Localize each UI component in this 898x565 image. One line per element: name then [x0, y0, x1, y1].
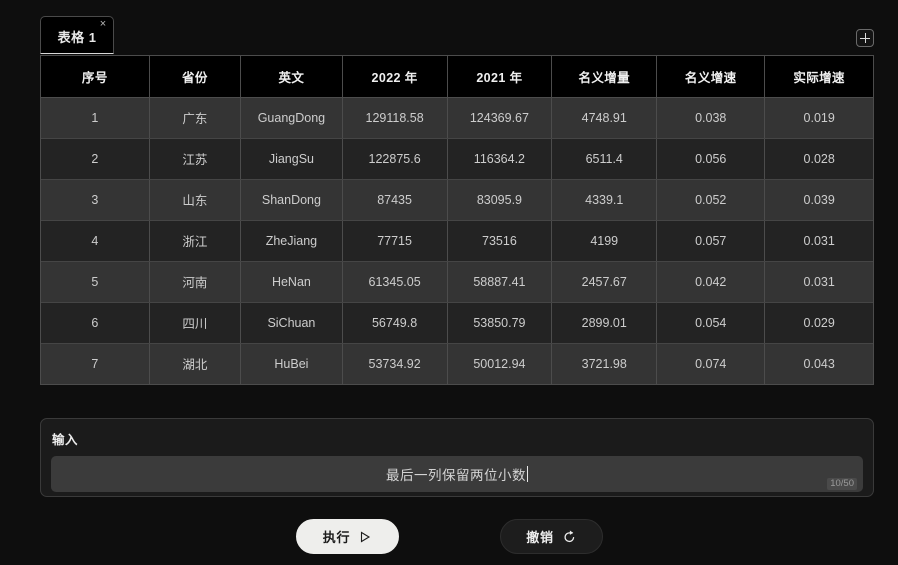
cell-nominal-rate[interactable]: 0.056 [656, 138, 766, 180]
table-editor-app: 表格 1 × 序号 省份 英文 2022 年 2021 年 名义增量 名义增速 … [0, 0, 898, 565]
cell-2021[interactable]: 124369.67 [447, 97, 553, 139]
cell-nominal-growth[interactable]: 2457.67 [551, 261, 658, 303]
cell-real-rate[interactable]: 0.019 [764, 97, 873, 139]
cell-province[interactable]: 河南 [149, 261, 242, 303]
table-row[interactable]: 5 河南 HeNan 61345.05 58887.41 2457.67 0.0… [41, 261, 873, 303]
cell-real-rate[interactable]: 0.043 [764, 343, 873, 384]
cell-2022[interactable]: 122875.6 [342, 138, 448, 180]
cell-index[interactable]: 2 [41, 138, 150, 180]
data-table-container: 序号 省份 英文 2022 年 2021 年 名义增量 名义增速 实际增速 1 … [40, 55, 874, 385]
cell-english[interactable]: JiangSu [240, 138, 343, 180]
plus-icon[interactable] [856, 29, 874, 47]
data-table: 序号 省份 英文 2022 年 2021 年 名义增量 名义增速 实际增速 1 … [41, 56, 873, 384]
column-header-nominal-growth[interactable]: 名义增量 [551, 56, 658, 98]
cell-2021[interactable]: 58887.41 [447, 261, 553, 303]
cell-province[interactable]: 湖北 [149, 343, 242, 384]
run-button[interactable]: 执行 [295, 519, 399, 554]
cell-nominal-growth[interactable]: 4199 [551, 220, 658, 262]
tab-label: 表格 1 [57, 29, 97, 45]
column-header-index[interactable]: 序号 [41, 56, 150, 98]
cell-nominal-rate[interactable]: 0.042 [656, 261, 766, 303]
column-header-province[interactable]: 省份 [149, 56, 242, 98]
cell-nominal-growth[interactable]: 4748.91 [551, 97, 658, 139]
cell-english[interactable]: ZheJiang [240, 220, 343, 262]
undo-button-label: 撤销 [526, 530, 554, 545]
table-row[interactable]: 6 四川 SiChuan 56749.8 53850.79 2899.01 0.… [41, 302, 873, 344]
cell-real-rate[interactable]: 0.028 [764, 138, 873, 180]
table-row[interactable]: 3 山东 ShanDong 87435 83095.9 4339.1 0.052… [41, 179, 873, 221]
cell-nominal-growth[interactable]: 6511.4 [551, 138, 658, 180]
cell-2021[interactable]: 116364.2 [447, 138, 553, 180]
column-header-english[interactable]: 英文 [240, 56, 343, 98]
cell-2022[interactable]: 56749.8 [342, 302, 448, 344]
cell-english[interactable]: SiChuan [240, 302, 343, 344]
prompt-input[interactable]: 最后一列保留两位小数 10/50 [51, 456, 863, 492]
cell-english[interactable]: GuangDong [240, 97, 343, 139]
text-caret [527, 466, 528, 482]
cell-index[interactable]: 4 [41, 220, 150, 262]
cell-english[interactable]: ShanDong [240, 179, 343, 221]
table-row[interactable]: 2 江苏 JiangSu 122875.6 116364.2 6511.4 0.… [41, 138, 873, 180]
cell-index[interactable]: 3 [41, 179, 150, 221]
cell-2021[interactable]: 83095.9 [447, 179, 553, 221]
prompt-input-card: 输入 最后一列保留两位小数 10/50 [40, 418, 874, 497]
cell-2022[interactable]: 53734.92 [342, 343, 448, 384]
cell-nominal-rate[interactable]: 0.038 [656, 97, 766, 139]
cell-index[interactable]: 5 [41, 261, 150, 303]
cell-english[interactable]: HeNan [240, 261, 343, 303]
table-row[interactable]: 7 湖北 HuBei 53734.92 50012.94 3721.98 0.0… [41, 343, 873, 384]
tab-table-1[interactable]: 表格 1 × [40, 16, 114, 54]
cell-nominal-rate[interactable]: 0.052 [656, 179, 766, 221]
cell-2022[interactable]: 129118.58 [342, 97, 448, 139]
cell-province[interactable]: 江苏 [149, 138, 242, 180]
undo-button[interactable]: 撤销 [499, 519, 603, 554]
cell-2021[interactable]: 50012.94 [447, 343, 553, 384]
cell-2021[interactable]: 73516 [447, 220, 553, 262]
cell-index[interactable]: 1 [41, 97, 150, 139]
cell-province[interactable]: 广东 [149, 97, 242, 139]
input-value: 最后一列保留两位小数 [386, 468, 526, 483]
cell-real-rate[interactable]: 0.029 [764, 302, 873, 344]
input-label: 输入 [52, 433, 79, 447]
cell-2022[interactable]: 77715 [342, 220, 448, 262]
cell-real-rate[interactable]: 0.039 [764, 179, 873, 221]
cell-province[interactable]: 四川 [149, 302, 242, 344]
cell-english[interactable]: HuBei [240, 343, 343, 384]
play-triangle-icon [359, 531, 371, 543]
cell-nominal-rate[interactable]: 0.074 [656, 343, 766, 384]
cell-nominal-rate[interactable]: 0.054 [656, 302, 766, 344]
table-row[interactable]: 1 广东 GuangDong 129118.58 124369.67 4748.… [41, 97, 873, 139]
cell-2022[interactable]: 61345.05 [342, 261, 448, 303]
column-header-nominal-rate[interactable]: 名义增速 [656, 56, 766, 98]
cell-index[interactable]: 7 [41, 343, 150, 384]
column-header-2021[interactable]: 2021 年 [447, 56, 553, 98]
close-icon[interactable]: × [97, 18, 109, 30]
run-button-label: 执行 [322, 530, 351, 545]
table-body: 1 广东 GuangDong 129118.58 124369.67 4748.… [41, 97, 873, 384]
cell-province[interactable]: 浙江 [149, 220, 242, 262]
cell-2021[interactable]: 53850.79 [447, 302, 553, 344]
cell-index[interactable]: 6 [41, 302, 150, 344]
undo-arrow-icon [563, 530, 576, 543]
cell-2022[interactable]: 87435 [342, 179, 448, 221]
cell-nominal-growth[interactable]: 3721.98 [551, 343, 658, 384]
cell-nominal-rate[interactable]: 0.057 [656, 220, 766, 262]
cell-nominal-growth[interactable]: 4339.1 [551, 179, 658, 221]
action-bar: 执行 撤销 [0, 519, 898, 554]
table-row[interactable]: 4 浙江 ZheJiang 77715 73516 4199 0.057 0.0… [41, 220, 873, 262]
tab-bar: 表格 1 × [40, 16, 874, 54]
cell-nominal-growth[interactable]: 2899.01 [551, 302, 658, 344]
table-header-row: 序号 省份 英文 2022 年 2021 年 名义增量 名义增速 实际增速 [41, 56, 873, 98]
cell-real-rate[interactable]: 0.031 [764, 220, 873, 262]
char-counter: 10/50 [827, 478, 857, 490]
column-header-2022[interactable]: 2022 年 [342, 56, 448, 98]
column-header-real-rate[interactable]: 实际增速 [764, 56, 873, 98]
cell-real-rate[interactable]: 0.031 [764, 261, 873, 303]
table-header: 序号 省份 英文 2022 年 2021 年 名义增量 名义增速 实际增速 [41, 56, 873, 98]
cell-province[interactable]: 山东 [149, 179, 242, 221]
